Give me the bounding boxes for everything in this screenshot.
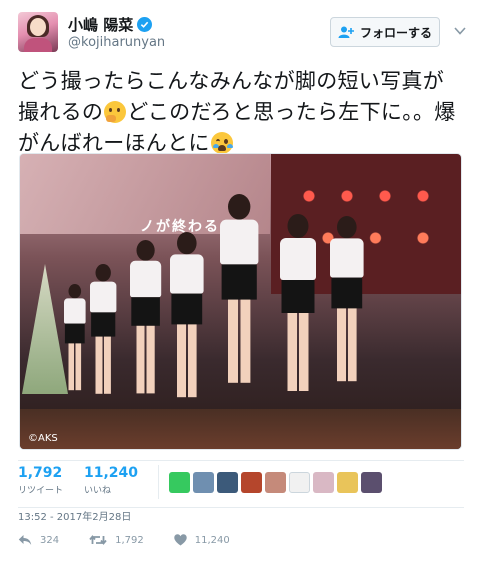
liker-avatar[interactable]	[289, 471, 310, 493]
reply-icon	[18, 535, 32, 545]
user-handle[interactable]: @kojiharunyan	[68, 35, 165, 50]
add-user-icon	[338, 26, 354, 38]
verified-icon	[137, 17, 153, 32]
name-row[interactable]: 小嶋 陽菜	[68, 14, 153, 35]
likes-stat[interactable]: 11,240 いいね	[84, 465, 138, 496]
follow-button-label: フォローする	[359, 25, 432, 40]
thinking-face-icon	[104, 101, 127, 123]
liker-avatar[interactable]	[241, 471, 262, 493]
likes-count: 11,240	[84, 465, 139, 481]
like-button[interactable]: 11,240	[174, 534, 230, 546]
retweets-stat[interactable]: 1,792 リツイート	[18, 465, 63, 496]
likes-label: いいね	[84, 486, 112, 496]
follow-button[interactable]: フォローする	[330, 17, 440, 47]
tweet-actions: 324 1,792 11,240	[18, 530, 464, 550]
reply-button[interactable]: 324	[18, 534, 59, 546]
display-name[interactable]: 小嶋 陽菜	[68, 14, 133, 35]
photo-credit: ©AKS	[28, 433, 58, 444]
avatar[interactable]	[18, 12, 58, 52]
tweet-text: どう撮ったらこんなみんなが脚の短い写真が撮れるの どこのだろと思ったら左下に。。爆…	[18, 66, 464, 159]
retweet-count: 1,792	[115, 534, 144, 546]
like-count: 11,240	[194, 534, 230, 546]
liker-avatars	[158, 465, 382, 499]
tweet-header: 小嶋 陽菜 @kojiharunyan フォローする	[18, 12, 466, 56]
reply-count: 324	[40, 534, 60, 546]
crying-face-icon	[210, 132, 233, 154]
liker-avatar[interactable]	[361, 471, 382, 493]
stage-floor	[20, 409, 461, 449]
liker-avatar[interactable]	[337, 471, 358, 493]
chevron-down-icon[interactable]	[454, 26, 466, 36]
liker-avatar[interactable]	[265, 471, 286, 493]
liker-avatar[interactable]	[169, 471, 190, 493]
liker-avatar[interactable]	[217, 471, 238, 493]
heart-icon	[174, 534, 187, 546]
retweets-count: 1,792	[18, 465, 63, 481]
tweet-photo[interactable]: ノが終わる ©AKS	[19, 153, 462, 450]
retweet-button[interactable]: 1,792	[89, 534, 144, 546]
tweet-stats: 1,792 リツイート 11,240 いいね	[18, 460, 464, 508]
liker-avatar[interactable]	[313, 471, 334, 493]
screen-text: ノが終わる	[140, 219, 220, 235]
retweet-icon	[89, 535, 107, 545]
liker-avatar[interactable]	[193, 471, 214, 493]
tweet-timestamp[interactable]: 13:52 - 2017年2月28日	[18, 508, 131, 523]
retweets-label: リツイート	[18, 486, 64, 496]
stage-tree	[22, 264, 68, 394]
